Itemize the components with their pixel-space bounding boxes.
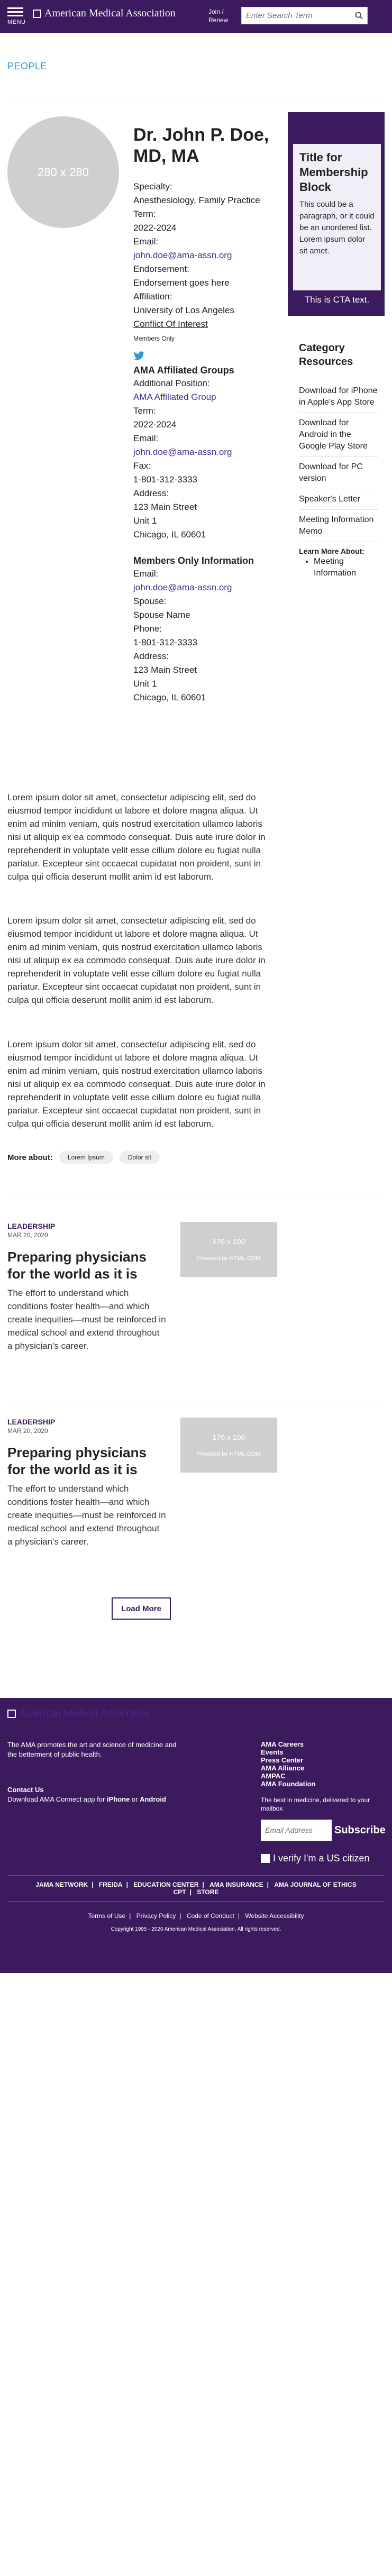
subscribe-button[interactable]: Subscribe: [334, 1820, 386, 1841]
top-header: MENU American Medical Association Join /…: [0, 0, 392, 33]
profile-info: Specialty: Anesthesiology, Family Practi…: [133, 180, 276, 705]
conflict-of-interest-link[interactable]: Conflict Of Interest: [133, 319, 208, 329]
footer-link[interactable]: Press Center: [261, 1756, 316, 1764]
footer-contact: Contact Us Download AMA Connect app for …: [7, 1785, 166, 1804]
network-link[interactable]: FREIDA: [95, 1881, 126, 1888]
us-citizen-checkbox[interactable]: [261, 1854, 270, 1863]
affiliated-group-link[interactable]: AMA Affiliated Group: [133, 392, 216, 402]
members-email-link[interactable]: john.doe@ama-assn.org: [133, 582, 232, 592]
article-title[interactable]: Preparing physicians for the world as it…: [7, 1444, 166, 1478]
article-card[interactable]: LEADERSHIP MAR 20, 2020 Preparing physic…: [7, 1418, 277, 1548]
iphone-app-link[interactable]: iPhone: [107, 1795, 130, 1803]
network-link[interactable]: CPT: [170, 1888, 190, 1896]
article-description: The effort to understand which condition…: [7, 1484, 166, 1547]
more-about: More about: Lorem Ipsum Dolor sit: [7, 1151, 160, 1164]
newsletter-text: The best in medicine, delivered to your …: [261, 1796, 370, 1812]
learn-more-item[interactable]: Meeting Information: [314, 556, 378, 579]
article-thumbnail[interactable]: 176 x 100 Powered by HTML.COM: [180, 1222, 277, 1277]
article-title[interactable]: Preparing physicians for the world as it…: [7, 1248, 166, 1282]
contact-us-link[interactable]: Contact Us: [7, 1785, 166, 1795]
resource-item[interactable]: Download for PC version: [299, 457, 378, 489]
footer-mission: The AMA promotes the art and science of …: [7, 1741, 177, 1758]
category-resources-list: Download for iPhone in Apple's App Store…: [299, 381, 378, 579]
network-link[interactable]: AMA JOURNAL OF ETHICS: [270, 1881, 360, 1888]
profile-avatar: 280 x 280: [7, 116, 119, 228]
android-app-link[interactable]: Android: [140, 1795, 166, 1803]
membership-cta-block: Title for Membership Block This could be…: [288, 112, 385, 316]
resource-item[interactable]: Download for Android in the Google Play …: [299, 413, 378, 457]
category-resources-heading: Category Resources: [299, 342, 353, 368]
members-only-note: Members Only: [133, 335, 175, 342]
tag-chip[interactable]: Lorem Ipsum: [59, 1151, 113, 1164]
cta-link[interactable]: This is CTA text.: [293, 295, 381, 305]
hamburger-icon: [7, 7, 23, 9]
network-link[interactable]: EDUCATION CENTER: [130, 1881, 202, 1888]
footer-logo-link[interactable]: American Medical Association: [7, 1707, 150, 1720]
us-citizen-checkbox-row: I verify I'm a US citizen: [261, 1853, 369, 1864]
breadcrumb-people[interactable]: PEOPLE: [7, 61, 47, 72]
body-paragraph: Lorem ipsum dolor sit amet, consectetur …: [7, 792, 266, 882]
footer-link[interactable]: AMA Careers: [261, 1740, 316, 1748]
app-download-line: Download AMA Connect app for iPhone or A…: [7, 1795, 166, 1803]
join-renew-link[interactable]: Join / Renew: [208, 7, 228, 24]
profile-email-link[interactable]: john.doe@ama-assn.org: [133, 250, 232, 260]
members-info-heading: Members Only Information: [133, 555, 254, 566]
newsletter-email-input[interactable]: [261, 1820, 332, 1841]
cta-content: Title for Membership Block This could be…: [293, 144, 381, 290]
footer-link[interactable]: AMA Foundation: [261, 1780, 316, 1788]
tag-chip[interactable]: Dolor sit: [119, 1151, 160, 1164]
search-box: [241, 7, 368, 24]
ama-logo-link[interactable]: American Medical Association: [33, 7, 176, 20]
network-link[interactable]: AMA INSURANCE: [206, 1881, 267, 1888]
legal-link[interactable]: Code of Conduct: [183, 1912, 238, 1920]
load-more-button[interactable]: Load More: [112, 1597, 171, 1620]
twitter-icon[interactable]: [133, 351, 145, 361]
article-description: The effort to understand which condition…: [7, 1288, 166, 1351]
affiliated-groups-heading: AMA Affiliated Groups: [133, 365, 234, 376]
legal-links-bar: Terms of Use | Privacy Policy | Code of Co…: [7, 1912, 385, 1920]
affiliated-email-link[interactable]: john.doe@ama-assn.org: [133, 447, 232, 457]
resource-item[interactable]: Download for iPhone in Apple's App Store: [299, 381, 378, 413]
cta-text: This could be a paragraph, or it could b…: [299, 200, 375, 255]
resource-item[interactable]: Speaker's Letter: [299, 489, 378, 510]
footer-link[interactable]: Events: [261, 1748, 316, 1756]
footer-link[interactable]: AMPAC: [261, 1772, 316, 1780]
resource-item[interactable]: Meeting Information Memo: [299, 510, 378, 542]
logo-text: American Medical Association: [44, 7, 176, 19]
legal-link[interactable]: Privacy Policy: [133, 1912, 180, 1920]
body-paragraph: Lorem ipsum dolor sit amet, consectetur …: [7, 1039, 266, 1129]
ama-logo-icon: [7, 1709, 16, 1718]
footer-links: AMA Careers Events Press Center AMA Alli…: [261, 1740, 316, 1788]
article-thumbnail[interactable]: 176 x 100 Powered by HTML.COM: [180, 1418, 277, 1473]
search-icon[interactable]: [355, 12, 363, 20]
copyright: Copyright 1995 - 2020 American Medical A…: [111, 1926, 281, 1932]
network-link[interactable]: STORE: [193, 1888, 222, 1896]
body-paragraph: Lorem ipsum dolor sit amet, consectetur …: [7, 916, 266, 1005]
article-card[interactable]: LEADERSHIP MAR 20, 2020 Preparing physic…: [7, 1222, 277, 1353]
network-links-bar: JAMA NETWORK | FREIDA | EDUCATION CENTER | …: [7, 1875, 385, 1902]
footer-link[interactable]: AMA Alliance: [261, 1764, 316, 1772]
network-link[interactable]: JAMA NETWORK: [32, 1881, 92, 1888]
search-input[interactable]: [242, 7, 348, 24]
site-footer: American Medical Association The AMA pro…: [0, 1698, 392, 1973]
ama-logo-icon: [33, 9, 41, 18]
learn-more-heading: Learn More About:: [299, 547, 364, 555]
profile-name: Dr. John P. Doe, MD, MA: [133, 125, 269, 166]
menu-label: MENU: [7, 19, 26, 25]
legal-link[interactable]: Terms of Use: [85, 1912, 130, 1920]
legal-link[interactable]: Website Accessibility: [241, 1912, 307, 1920]
cta-title: Title for Membership Block: [299, 151, 368, 194]
